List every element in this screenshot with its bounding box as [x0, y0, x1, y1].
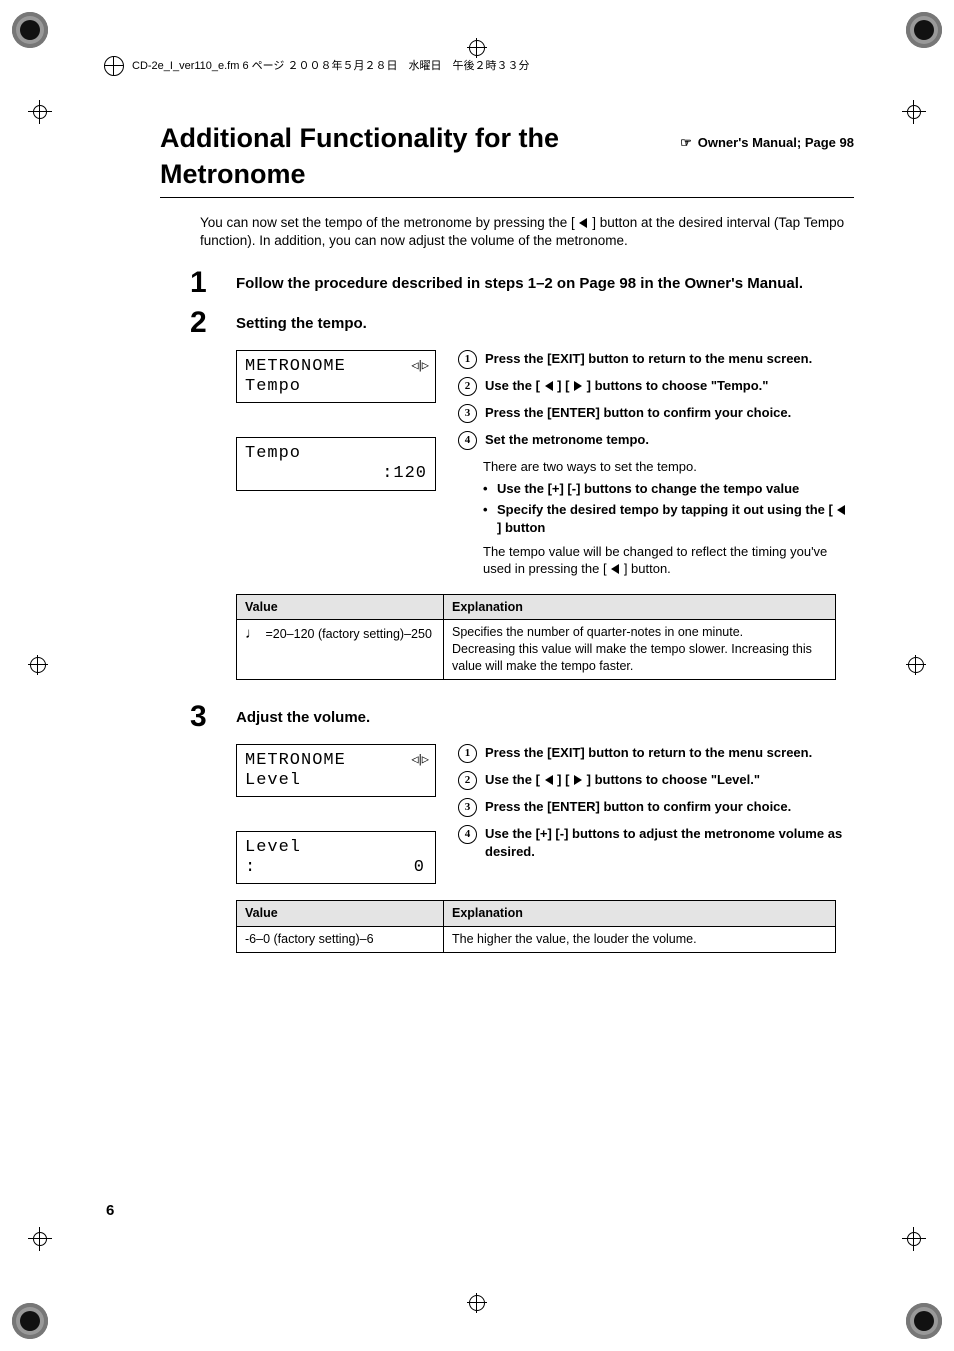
instruction-text: Use the [+] [-] buttons to adjust the me… — [485, 825, 854, 860]
lcd-arrows-icon: ◁|▷ — [411, 360, 427, 374]
crop-mark-icon — [28, 100, 52, 124]
intro-paragraph: You can now set the tempo of the metrono… — [200, 214, 854, 250]
crop-mark-icon — [28, 1227, 52, 1251]
left-triangle-icon — [545, 775, 553, 785]
left-triangle-icon — [837, 505, 845, 515]
manual-reference: ☞ Owner's Manual; Page 98 — [660, 134, 854, 152]
circled-number-icon: 4 — [458, 825, 477, 844]
table-cell-value: -6–0 (factory setting)–6 — [237, 927, 444, 953]
step-heading: Setting the tempo. — [236, 314, 367, 338]
instruction-note: The tempo value will be changed to refle… — [483, 543, 854, 578]
lcd-line: Tempo — [245, 377, 427, 397]
bullet-item: Use the [+] [-] buttons to change the te… — [483, 480, 854, 498]
step-number: 2 — [190, 308, 216, 338]
tempo-value-table: ValueExplanation ♩ =20–120 (factory sett… — [236, 594, 836, 681]
table-header: Explanation — [444, 901, 836, 927]
instructions-level: 1 Press the [EXIT] button to return to th… — [458, 744, 854, 868]
title-text: Additional Functionality for the Metrono… — [160, 120, 660, 193]
instruction-text: Press the [ENTER] button to confirm your… — [485, 404, 791, 423]
step-number: 3 — [190, 702, 216, 732]
circled-number-icon: 3 — [458, 404, 477, 423]
level-value-table: ValueExplanation -6–0 (factory setting)–… — [236, 900, 836, 953]
table-cell-explanation: Specifies the number of quarter-notes in… — [444, 620, 836, 680]
lcd-display-level-value: Level :0 — [236, 831, 436, 884]
step-heading: Follow the procedure described in steps … — [236, 274, 803, 298]
registration-mark-icon — [906, 12, 942, 48]
crop-mark-icon — [28, 655, 48, 675]
registration-mark-icon — [906, 1303, 942, 1339]
running-header-text: CD-2e_I_ver110_e.fm 6 ページ ２００８年５月２８日 水曜日… — [132, 59, 529, 74]
left-triangle-icon — [611, 564, 619, 574]
lcd-display-tempo-value: Tempo :120 — [236, 437, 436, 490]
step-1: 1 Follow the procedure described in step… — [190, 268, 854, 298]
lcd-display-level-menu: METRONOME ◁|▷ Level — [236, 744, 436, 797]
lcd-line: METRONOME — [245, 751, 346, 771]
lcd-line: Level — [245, 771, 427, 791]
step-2: 2 Setting the tempo. — [190, 308, 854, 338]
manual-reference-text: Owner's Manual; Page 98 — [698, 135, 854, 150]
target-icon — [104, 56, 124, 76]
circled-number-icon: 2 — [458, 771, 477, 790]
right-triangle-icon — [574, 775, 582, 785]
registration-mark-icon — [12, 1303, 48, 1339]
instruction-text: Set the metronome tempo. — [485, 431, 649, 450]
instruction-text: Press the [EXIT] button to return to the… — [485, 744, 812, 763]
table-cell-value: ♩ =20–120 (factory setting)–250 — [237, 620, 444, 680]
table-header: Value — [237, 594, 444, 620]
instruction-text: Press the [ENTER] button to confirm your… — [485, 798, 791, 817]
right-triangle-icon — [574, 381, 582, 391]
lcd-value: :120 — [382, 464, 427, 484]
instruction-text: Use the [ ] [ ] buttons to choose "Tempo… — [485, 377, 768, 396]
crop-mark-icon — [467, 38, 487, 58]
step-number: 1 — [190, 268, 216, 298]
instruction-text: Press the [EXIT] button to return to the… — [485, 350, 812, 369]
left-triangle-icon — [579, 218, 587, 228]
crop-mark-icon — [902, 100, 926, 124]
lcd-arrows-icon: ◁|▷ — [411, 754, 427, 768]
lcd-line: METRONOME — [245, 357, 346, 377]
crop-mark-icon — [906, 655, 926, 675]
running-header: CD-2e_I_ver110_e.fm 6 ページ ２００８年５月２８日 水曜日… — [104, 56, 529, 76]
circled-number-icon: 1 — [458, 744, 477, 763]
circled-number-icon: 4 — [458, 431, 477, 450]
bullet-item: Specify the desired tempo by tapping it … — [483, 501, 854, 536]
instruction-subtext: There are two ways to set the tempo. — [483, 458, 854, 476]
table-header: Explanation — [444, 594, 836, 620]
quarter-note-icon: ♩ — [245, 625, 260, 642]
pointing-hand-icon: ☞ — [680, 135, 692, 150]
lcd-display-tempo-menu: METRONOME ◁|▷ Tempo — [236, 350, 436, 403]
crop-mark-icon — [467, 1293, 487, 1313]
instructions-tempo: 1 Press the [EXIT] button to return to th… — [458, 350, 854, 577]
step-heading: Adjust the volume. — [236, 708, 370, 732]
registration-mark-icon — [12, 12, 48, 48]
table-cell-explanation: The higher the value, the louder the vol… — [444, 927, 836, 953]
lcd-value: 0 — [414, 858, 427, 878]
lcd-line: Level — [245, 838, 427, 858]
crop-mark-icon — [902, 1227, 926, 1251]
page-title: Additional Functionality for the Metrono… — [160, 120, 854, 198]
circled-number-icon: 2 — [458, 377, 477, 396]
step-3: 3 Adjust the volume. — [190, 702, 854, 732]
circled-number-icon: 1 — [458, 350, 477, 369]
circled-number-icon: 3 — [458, 798, 477, 817]
table-header: Value — [237, 901, 444, 927]
instruction-text: Use the [ ] [ ] buttons to choose "Level… — [485, 771, 760, 790]
left-triangle-icon — [545, 381, 553, 391]
lcd-line: Tempo — [245, 444, 427, 464]
page-number: 6 — [106, 1201, 114, 1221]
